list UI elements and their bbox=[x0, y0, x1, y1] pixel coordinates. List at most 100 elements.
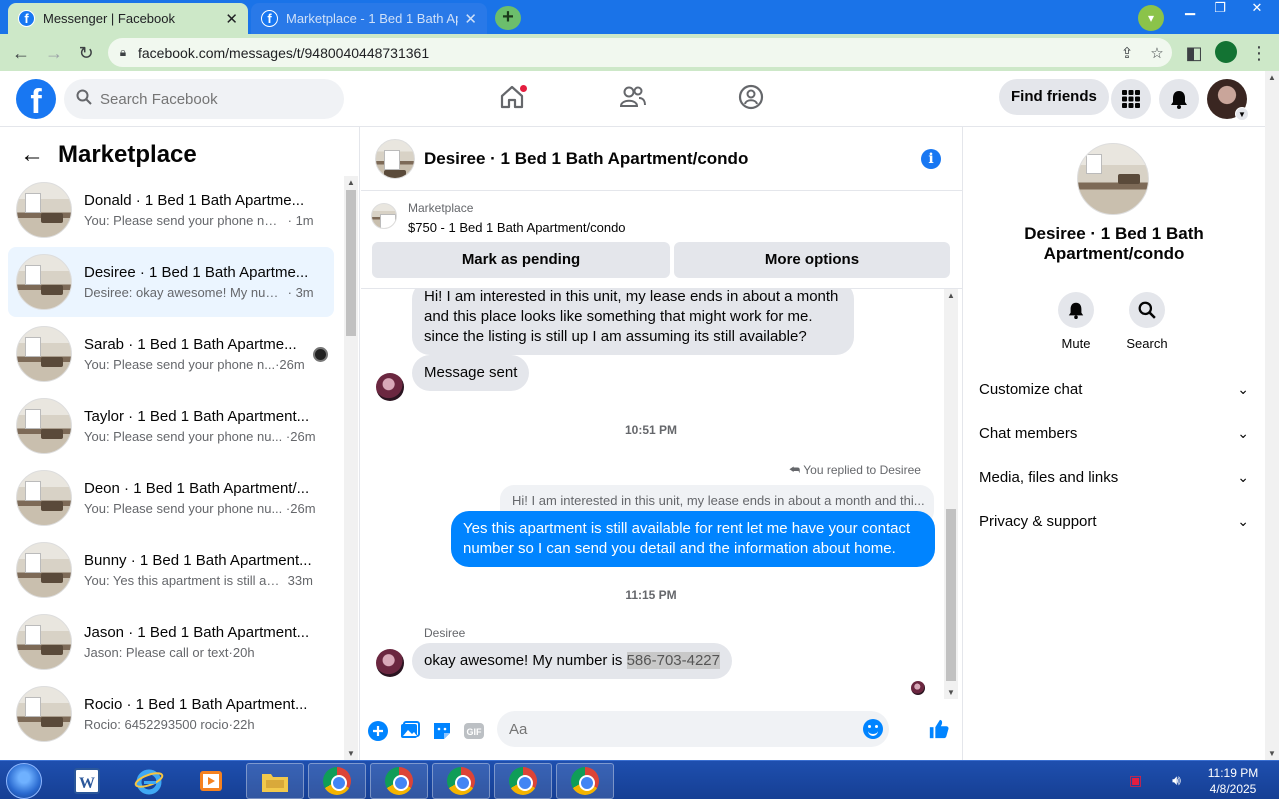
side-panel-icon[interactable]: ◧ bbox=[1183, 42, 1205, 64]
close-window-icon[interactable]: ✕ bbox=[1235, 0, 1279, 18]
chrome-taskbar-icon[interactable] bbox=[308, 763, 366, 799]
thread-scrollbar[interactable]: ▲ ▼ bbox=[944, 289, 958, 699]
clock[interactable]: 11:19 PM 4/8/2025 bbox=[1201, 765, 1265, 797]
tab-search-icon[interactable]: ▾ bbox=[1138, 5, 1164, 31]
seen-avatar-icon bbox=[313, 347, 328, 362]
notifications-bell-icon[interactable] bbox=[1159, 79, 1199, 119]
conversation-item[interactable]: Rocio · 1 Bed 1 Bath Apartment... Rocio:… bbox=[8, 679, 334, 749]
scrollbar-thumb[interactable] bbox=[946, 509, 956, 681]
media-files-links-row[interactable]: Media, files and links ⌄ bbox=[979, 459, 1249, 495]
chrome-taskbar-icon[interactable] bbox=[494, 763, 552, 799]
windows-start-icon[interactable] bbox=[6, 763, 42, 799]
profile-icon[interactable] bbox=[1215, 41, 1237, 63]
conversation-item-active[interactable]: Desiree · 1 Bed 1 Bath Apartme... Desire… bbox=[8, 247, 334, 317]
word-icon[interactable]: W bbox=[58, 763, 116, 799]
reload-icon[interactable]: ↻ bbox=[75, 42, 97, 64]
contact-avatar[interactable] bbox=[376, 373, 404, 401]
tab-messenger[interactable]: f Messenger | Facebook ✕ bbox=[8, 3, 248, 34]
sticker-icon[interactable] bbox=[431, 720, 453, 742]
more-options-button[interactable]: More options bbox=[674, 242, 950, 278]
mute-button[interactable]: Mute bbox=[1046, 292, 1106, 351]
bell-icon[interactable] bbox=[1058, 292, 1094, 328]
facebook-logo-icon[interactable]: f bbox=[16, 79, 56, 119]
sidebar-scrollbar[interactable]: ▲ ▼ bbox=[344, 176, 358, 760]
lock-icon[interactable]: 🔒︎ bbox=[108, 45, 138, 60]
internet-explorer-icon[interactable] bbox=[120, 763, 178, 799]
network-warning-icon[interactable]: ▣ bbox=[1129, 772, 1142, 789]
menu-grid-icon[interactable] bbox=[1111, 79, 1151, 119]
chrome-taskbar-icon[interactable] bbox=[370, 763, 428, 799]
listing-thumbnail[interactable] bbox=[375, 138, 415, 179]
conversation-item[interactable]: Sarab · 1 Bed 1 Bath Apartme... You: Ple… bbox=[8, 319, 334, 389]
message-input[interactable] bbox=[509, 720, 849, 738]
plus-circle-icon[interactable] bbox=[367, 720, 389, 742]
page-title: Marketplace bbox=[58, 141, 197, 168]
privacy-support-row[interactable]: Privacy & support ⌄ bbox=[979, 503, 1249, 539]
account-avatar[interactable]: ▼ bbox=[1207, 79, 1249, 121]
minimize-icon[interactable]: ▁ bbox=[1175, 0, 1205, 18]
friends-icon[interactable] bbox=[618, 83, 650, 115]
search-icon bbox=[76, 89, 98, 110]
chrome-taskbar-icon[interactable] bbox=[432, 763, 490, 799]
scroll-down-icon[interactable]: ▼ bbox=[944, 688, 958, 697]
media-player-icon[interactable] bbox=[182, 763, 240, 799]
scroll-down-icon[interactable]: ▼ bbox=[344, 749, 358, 758]
contact-avatar[interactable] bbox=[376, 649, 404, 677]
mark-as-pending-button[interactable]: Mark as pending bbox=[372, 242, 670, 278]
message-composer: GIF bbox=[361, 707, 963, 760]
search-conversation-button[interactable]: Search bbox=[1117, 292, 1177, 351]
message-bubble[interactable]: Message sent bbox=[412, 355, 530, 391]
bookmark-star-icon[interactable]: ☆ bbox=[1142, 44, 1172, 62]
scroll-up-icon[interactable]: ▲ bbox=[1265, 73, 1279, 82]
back-arrow-icon[interactable]: ← bbox=[10, 42, 32, 64]
scrollbar-thumb[interactable] bbox=[346, 190, 356, 336]
search-input[interactable] bbox=[100, 90, 320, 108]
maximize-icon[interactable]: ❐ bbox=[1205, 0, 1235, 18]
page-scrollbar[interactable]: ▲ ▼ bbox=[1265, 71, 1279, 760]
file-explorer-icon[interactable] bbox=[246, 763, 304, 799]
conversation-item[interactable]: Taylor · 1 Bed 1 Bath Apartment... You: … bbox=[8, 391, 334, 461]
close-tab-icon[interactable]: ✕ bbox=[464, 10, 477, 28]
listing-thumbnail[interactable] bbox=[371, 203, 397, 229]
scroll-up-icon[interactable]: ▲ bbox=[344, 178, 358, 187]
forward-arrow-icon[interactable]: → bbox=[43, 42, 65, 64]
listing-price[interactable]: $750 - 1 Bed 1 Bath Apartment/condo bbox=[408, 220, 626, 235]
conversation-item[interactable]: Jason · 1 Bed 1 Bath Apartment... Jason:… bbox=[8, 607, 334, 677]
omnibox[interactable]: 🔒︎ facebook.com/messages/t/9480040448731… bbox=[108, 38, 1172, 67]
message-bubble[interactable]: okay awesome! My number is 586-703-4227 bbox=[412, 643, 732, 679]
reply-indicator-text: You replied to Desiree bbox=[803, 463, 921, 477]
tab-marketplace[interactable]: f Marketplace - 1 Bed 1 Bath Apartment/c… bbox=[251, 3, 487, 34]
chevron-down-icon[interactable]: ▼ bbox=[1235, 107, 1249, 121]
conversation-item[interactable]: Bunny · 1 Bed 1 Bath Apartment... You: Y… bbox=[8, 535, 334, 605]
new-tab-button[interactable]: + bbox=[495, 6, 521, 30]
scroll-down-icon[interactable]: ▼ bbox=[1265, 749, 1279, 758]
menu-kebab-icon[interactable]: ⋮ bbox=[1248, 42, 1270, 64]
scroll-up-icon[interactable]: ▲ bbox=[944, 291, 958, 300]
chrome-taskbar-icon[interactable] bbox=[556, 763, 614, 799]
emoji-icon[interactable] bbox=[863, 719, 883, 739]
volume-icon[interactable]: 🔊︎ bbox=[1172, 772, 1181, 789]
sent-message-bubble[interactable]: Yes this apartment is still available fo… bbox=[451, 511, 935, 567]
close-tab-icon[interactable]: ✕ bbox=[225, 10, 238, 28]
conversation-item[interactable]: Deon · 1 Bed 1 Bath Apartment/... You: P… bbox=[8, 463, 334, 533]
message-input-box[interactable] bbox=[497, 711, 889, 747]
find-friends-button[interactable]: Find friends bbox=[999, 79, 1109, 115]
url-text[interactable]: facebook.com/messages/t/9480040448731361 bbox=[138, 45, 1112, 61]
photo-icon[interactable] bbox=[399, 720, 421, 742]
conversation-item[interactable]: Donald · 1 Bed 1 Bath Apartme... You: Pl… bbox=[8, 175, 334, 245]
groups-icon[interactable] bbox=[737, 83, 769, 115]
back-arrow-icon[interactable]: ← bbox=[20, 141, 44, 169]
message-text: okay awesome! My number is bbox=[424, 652, 627, 669]
phone-number[interactable]: 586-703-4227 bbox=[626, 652, 720, 669]
share-icon[interactable]: ⇪ bbox=[1112, 44, 1142, 62]
chat-members-row[interactable]: Chat members ⌄ bbox=[979, 415, 1249, 451]
search-icon[interactable] bbox=[1129, 292, 1165, 328]
listing-thumbnail-large[interactable] bbox=[1077, 143, 1149, 215]
info-icon[interactable]: i bbox=[921, 149, 941, 169]
thumbs-up-icon[interactable] bbox=[928, 718, 952, 742]
gif-icon[interactable]: GIF bbox=[463, 720, 485, 742]
chat-title[interactable]: Desiree · 1 Bed 1 Bath Apartment/condo bbox=[424, 149, 748, 169]
message-bubble[interactable]: Hi! I am interested in this unit, my lea… bbox=[412, 289, 854, 355]
facebook-search[interactable] bbox=[64, 79, 344, 119]
customize-chat-row[interactable]: Customize chat ⌄ bbox=[979, 371, 1249, 407]
